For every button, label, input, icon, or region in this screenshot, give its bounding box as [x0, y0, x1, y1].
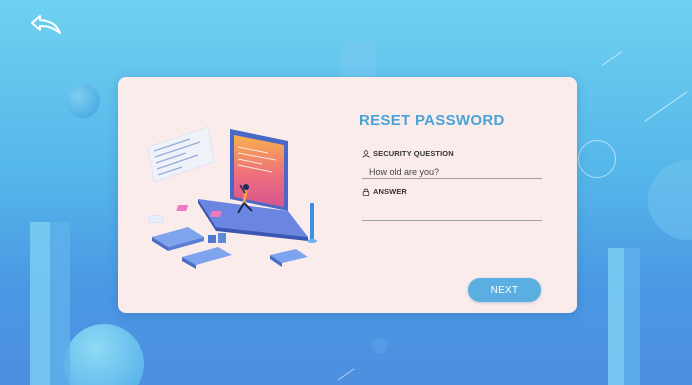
background-block	[340, 42, 376, 78]
background-orb	[64, 324, 144, 385]
answer-label-text: ANSWER	[373, 187, 407, 196]
answer-label: ANSWER	[362, 187, 407, 196]
background-pillar	[608, 248, 640, 385]
reset-password-screen: RESET PASSWORD SECURITY QUESTION ANSWER …	[0, 0, 692, 385]
user-icon	[362, 149, 370, 158]
security-question-label-text: SECURITY QUESTION	[373, 149, 454, 158]
laptop-illustration	[147, 126, 317, 269]
background-pillar	[30, 222, 70, 385]
security-question-field[interactable]	[362, 165, 542, 179]
background-orb	[372, 338, 388, 354]
answer-field[interactable]	[362, 207, 542, 221]
background-orb	[66, 84, 100, 118]
back-arrow-icon[interactable]	[30, 14, 64, 36]
code-panel-illustration	[147, 126, 215, 183]
page-title: RESET PASSWORD	[359, 112, 505, 129]
background-line	[644, 91, 688, 122]
background-ring	[578, 140, 616, 178]
background-line	[337, 368, 355, 381]
reset-password-card: RESET PASSWORD SECURITY QUESTION ANSWER …	[118, 77, 577, 313]
next-button[interactable]: NEXT	[468, 278, 541, 302]
keypad-illustration	[152, 227, 204, 251]
security-question-label: SECURITY QUESTION	[362, 149, 454, 158]
lock-icon	[362, 188, 370, 196]
background-orb	[648, 160, 692, 240]
background-line	[601, 51, 623, 66]
